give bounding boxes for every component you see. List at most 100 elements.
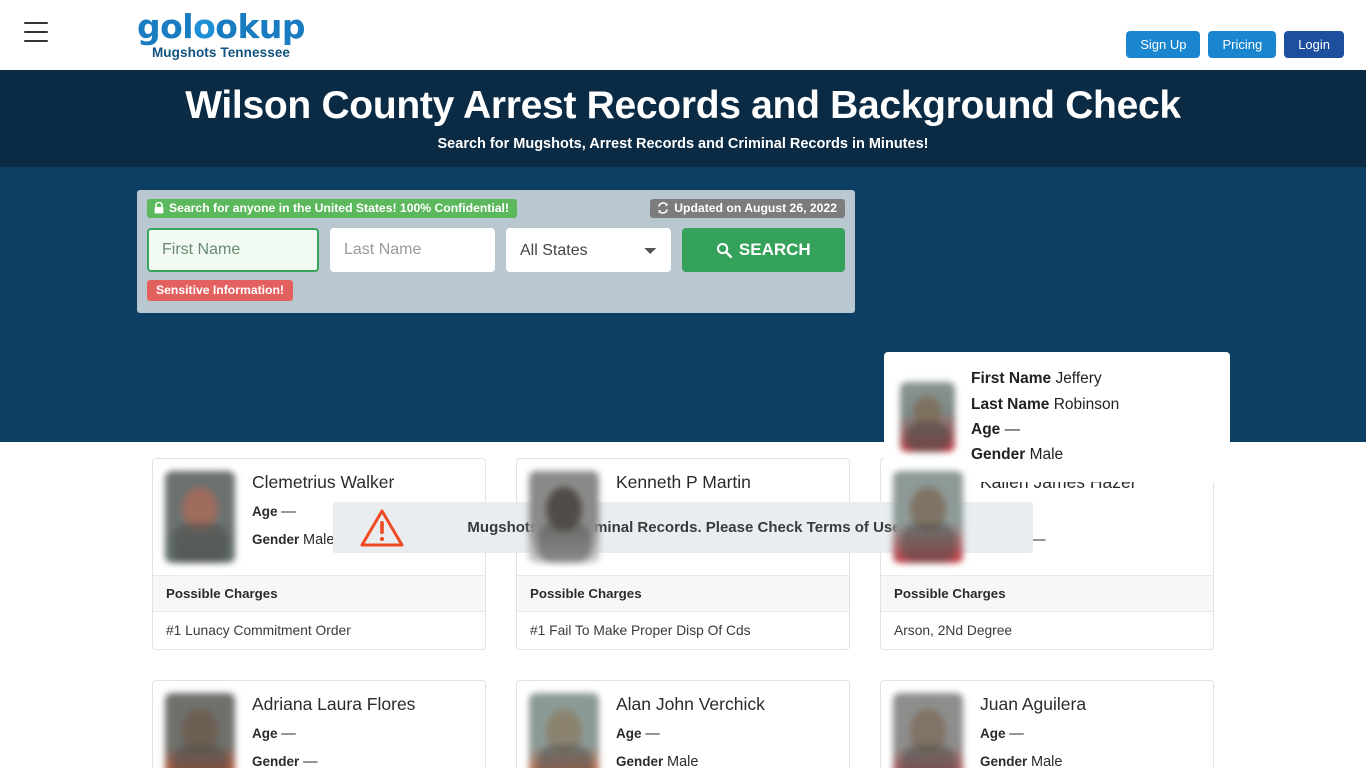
result-gender-value: — (1031, 532, 1046, 549)
confidential-badge-text: Search for anyone in the United States! … (169, 201, 509, 215)
mugshot-thumbnail (893, 693, 963, 768)
first-name-input[interactable] (147, 228, 319, 272)
mugshot-thumbnail (893, 471, 963, 563)
featured-last-name-label: Last Name (971, 395, 1050, 413)
charge-item: #1 Lunacy Commitment Order (166, 623, 351, 638)
hamburger-line (24, 22, 48, 24)
result-age-label: Age (616, 726, 642, 742)
result-card[interactable]: Kallen James HazelAge —Gender —Possible … (880, 458, 1214, 650)
hamburger-line (24, 31, 48, 33)
result-age: Age — (980, 726, 1086, 743)
magnifier-icon (716, 243, 732, 258)
logo-wordmark: golookup (137, 7, 306, 46)
top-bar: golookup Mugshots Tennessee Sign Up Pric… (0, 0, 1366, 70)
featured-first-name-row: First Name Jeffery (971, 366, 1119, 391)
logo-text-b: okup (215, 7, 306, 46)
mugshot-thumbnail (165, 693, 235, 768)
hero-banner: Wilson County Arrest Records and Backgro… (0, 70, 1366, 167)
result-age-label: Age (252, 726, 278, 742)
hamburger-menu-icon[interactable] (24, 22, 48, 42)
search-button-label: SEARCH (738, 240, 811, 259)
hamburger-line (24, 40, 48, 42)
result-name: Kenneth P Martin (616, 472, 751, 492)
featured-age-row: Age — (971, 417, 1119, 442)
confidential-badge: Search for anyone in the United States! … (147, 199, 517, 219)
featured-age-value: — (1004, 421, 1021, 438)
charge-item: Arson, 2Nd Degree (894, 623, 1013, 638)
featured-first-name-value: Jeffery (1055, 370, 1102, 388)
result-age: Age — (252, 726, 415, 743)
result-gender-value: Male (1031, 754, 1063, 768)
mugshot-thumbnail (529, 471, 599, 563)
featured-age-label: Age (971, 421, 1001, 438)
result-age-value: — (281, 726, 296, 743)
hero-subtitle: Search for Mugshots, Arrest Records and … (437, 135, 929, 152)
result-name: Clemetrius Walker (252, 472, 395, 492)
charge-item: #1 Fail To Make Proper Disp Of Cds (530, 623, 751, 638)
sensitive-information-badge: Sensitive Information! (147, 280, 293, 302)
possible-charges-header: Possible Charges (153, 575, 485, 612)
page-title: Wilson County Arrest Records and Backgro… (185, 84, 1181, 127)
result-card-info: Adriana Laura Flores Age — Gender — (252, 693, 415, 768)
result-gender-label: Gender (252, 754, 300, 768)
featured-first-name-label: First Name (971, 370, 1052, 388)
featured-gender-label: Gender (971, 446, 1026, 464)
result-gender-label: Gender (980, 754, 1028, 768)
result-gender-value: Male (667, 754, 699, 768)
state-select[interactable]: All States (506, 228, 671, 272)
pricing-button[interactable]: Pricing (1208, 31, 1277, 58)
result-card-info: Juan Aguilera Age — Gender Male (980, 693, 1086, 768)
result-card[interactable]: Clemetrius Walker Age — Gender Male Possibl… (152, 458, 486, 650)
result-age-label: Age (980, 726, 1006, 742)
search-section: Search for anyone in the United States! … (0, 167, 1366, 553)
result-age-value: — (645, 726, 660, 743)
terms-warning-text: Mugshots and Criminal Records. Please Ch… (467, 519, 906, 536)
featured-gender-row: Gender Male (971, 442, 1119, 467)
logo-subtitle: Mugshots Tennessee (151, 45, 291, 60)
search-button[interactable]: SEARCH (681, 228, 845, 272)
login-button[interactable]: Login (1284, 31, 1344, 58)
result-age-value: — (1009, 726, 1024, 743)
warning-triangle-icon (360, 509, 404, 546)
logo-text-a: gol (137, 7, 194, 46)
result-name: Juan Aguilera (980, 694, 1087, 714)
result-card[interactable]: Adriana Laura Flores Age — Gender — (152, 680, 486, 768)
thumb-body-blob (537, 523, 592, 563)
search-fields: All States SEARCH (147, 228, 845, 272)
top-bar-actions: Sign Up Pricing Login (1126, 31, 1344, 58)
search-panel-badges: Search for anyone in the United States! … (147, 199, 845, 219)
result-card-info: Alan John Verchick Age — Gender Male (616, 693, 765, 768)
thumb-body-blob (173, 745, 228, 768)
result-gender-value: Male (303, 532, 335, 549)
updated-badge-text: Updated on August 26, 2022 (674, 201, 837, 215)
thumb-body-blob (901, 523, 956, 563)
result-card[interactable]: Kenneth P MartinAge 62Gender MalePossibl… (516, 458, 850, 650)
refresh-icon (658, 202, 669, 214)
site-logo[interactable]: golookup Mugshots Tennessee (137, 7, 306, 60)
results-section: Clemetrius Walker Age — Gender Male Possibl… (0, 442, 1366, 768)
search-panel: Search for anyone in the United States! … (137, 190, 855, 313)
featured-record-fields: First Name Jeffery Last Name Robinson Ag… (971, 366, 1119, 468)
featured-record-card[interactable]: First Name Jeffery Last Name Robinson Ag… (884, 352, 1230, 482)
last-name-input[interactable] (330, 228, 495, 272)
possible-charges-header: Possible Charges (881, 575, 1213, 612)
result-card[interactable]: Juan Aguilera Age — Gender Male (880, 680, 1214, 768)
updated-badge: Updated on August 26, 2022 (650, 199, 845, 219)
result-gender: Gender Male (616, 754, 765, 768)
result-card[interactable]: Alan John Verchick Age — Gender Male (516, 680, 850, 768)
sign-up-button[interactable]: Sign Up (1126, 31, 1201, 58)
featured-gender-value: Male (1029, 446, 1064, 464)
result-gender: Gender Male (980, 754, 1086, 768)
result-card-body: Juan Aguilera Age — Gender Male (881, 681, 1213, 768)
thumb-body-blob (906, 422, 950, 452)
mugshot-thumbnail (165, 471, 235, 563)
result-name: Alan John Verchick (616, 694, 765, 714)
featured-mugshot-thumbnail (900, 382, 955, 452)
result-gender-label: Gender (616, 754, 664, 768)
result-card-body: Adriana Laura Flores Age — Gender — (153, 681, 485, 768)
thumb-body-blob (173, 523, 228, 563)
result-gender: Gender — (252, 754, 415, 768)
result-name: Adriana Laura Flores (252, 694, 416, 714)
result-gender-label: Gender (252, 532, 300, 548)
featured-last-name-row: Last Name Robinson (971, 392, 1119, 417)
